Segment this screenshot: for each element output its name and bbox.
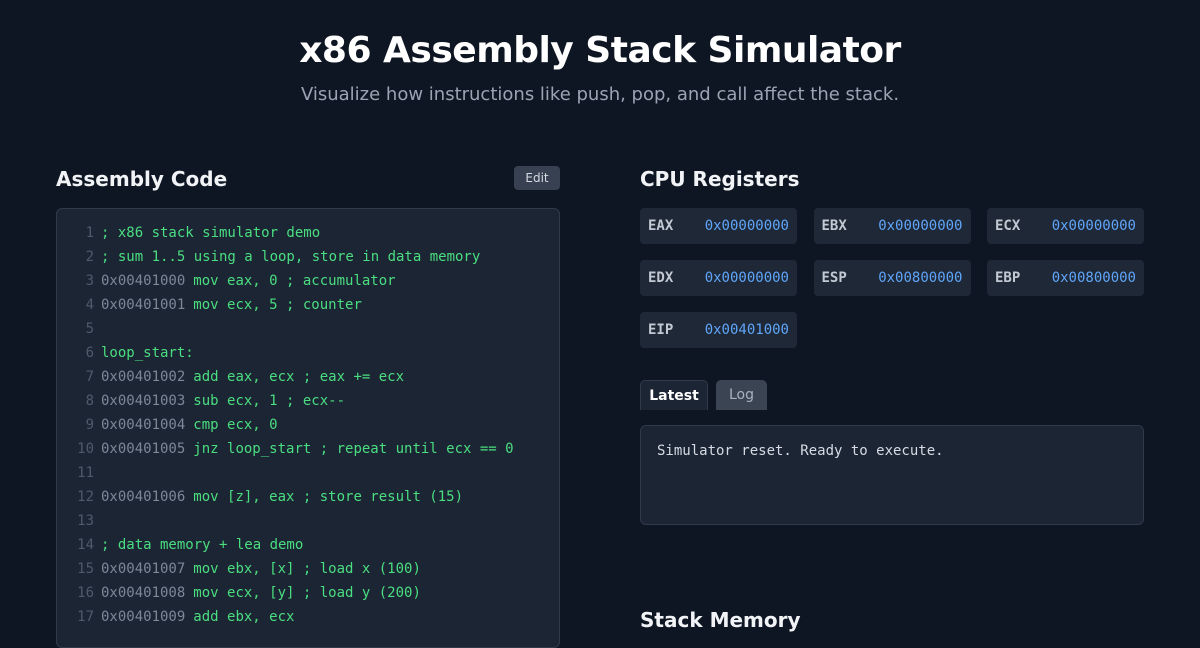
line-number: 11 bbox=[77, 465, 94, 481]
register-name: EBX bbox=[821, 218, 847, 234]
instruction-text: add eax, ecx ; eax += ecx bbox=[193, 369, 405, 385]
register-name: EAX bbox=[648, 218, 674, 234]
tab-log[interactable]: Log bbox=[716, 380, 767, 410]
register-value: 0x00800000 bbox=[1051, 270, 1136, 286]
register-edx: EDX 0x00000000 bbox=[640, 260, 797, 296]
instruction-text: loop_start: bbox=[101, 345, 194, 361]
code-line: 14 ; data memory + lea demo bbox=[57, 533, 559, 557]
code-line: 9 0x00401004 cmp ecx, 0 bbox=[57, 413, 559, 437]
register-value: 0x00401000 bbox=[704, 322, 789, 338]
register-eax: EAX 0x00000000 bbox=[640, 208, 797, 244]
code-line: 8 0x00401003 sub ecx, 1 ; ecx-- bbox=[57, 389, 559, 413]
page-title: x86 Assembly Stack Simulator bbox=[299, 30, 901, 71]
instruction-text: ; x86 stack simulator demo bbox=[101, 225, 321, 241]
code-line: 13 bbox=[57, 509, 559, 533]
stack-memory-title: Stack Memory bbox=[640, 608, 801, 632]
instruction-address: 0x00401008 bbox=[101, 585, 186, 601]
code-line: 15 0x00401007 mov ebx, [x] ; load x (100) bbox=[57, 557, 559, 581]
code-line: 16 0x00401008 mov ecx, [y] ; load y (200) bbox=[57, 581, 559, 605]
instruction-address: 0x00401003 bbox=[101, 393, 186, 409]
instruction-text: jnz loop_start ; repeat until ecx == 0 bbox=[193, 441, 514, 457]
line-number: 5 bbox=[85, 321, 94, 337]
register-esp: ESP 0x00800000 bbox=[813, 260, 971, 296]
instruction-text: ; data memory + lea demo bbox=[101, 537, 304, 553]
output-message: Simulator reset. Ready to execute. bbox=[657, 443, 944, 459]
code-line: 3 0x00401000 mov eax, 0 ; accumulator bbox=[57, 269, 559, 293]
line-number: 16 bbox=[77, 585, 94, 601]
code-line: 6 loop_start: bbox=[57, 341, 559, 365]
instruction-address: 0x00401001 bbox=[101, 297, 186, 313]
instruction-text: sub ecx, 1 ; ecx-- bbox=[193, 393, 346, 409]
line-number: 14 bbox=[77, 537, 94, 553]
code-line: 12 0x00401006 mov [z], eax ; store result … bbox=[57, 485, 559, 509]
instruction-address: 0x00401006 bbox=[101, 489, 186, 505]
code-editor[interactable]: 1 ; x86 stack simulator demo 2 ; sum 1..5 u… bbox=[56, 208, 560, 648]
tab-latest[interactable]: Latest bbox=[640, 380, 708, 410]
page-subtitle: Visualize how instructions like push, po… bbox=[300, 84, 900, 105]
line-number: 3 bbox=[85, 273, 94, 289]
code-line: 5 bbox=[57, 317, 559, 341]
line-number: 9 bbox=[85, 417, 94, 433]
code-line: 17 0x00401009 add ebx, ecx bbox=[57, 605, 559, 629]
register-value: 0x00000000 bbox=[704, 270, 789, 286]
edit-button[interactable]: Edit bbox=[514, 166, 560, 190]
instruction-text: mov [z], eax ; store result (15) bbox=[193, 489, 464, 505]
instruction-address: 0x00401002 bbox=[101, 369, 186, 385]
line-number: 15 bbox=[77, 561, 94, 577]
code-line: 2 ; sum 1..5 using a loop, store in data … bbox=[57, 245, 559, 269]
line-number: 7 bbox=[85, 369, 94, 385]
instruction-address: 0x00401000 bbox=[101, 273, 186, 289]
register-name: EDX bbox=[648, 270, 674, 286]
instruction-address: 0x00401009 bbox=[101, 609, 186, 625]
instruction-text: cmp ecx, 0 bbox=[193, 417, 278, 433]
register-name: ESP bbox=[821, 270, 847, 286]
instruction-text: mov eax, 0 ; accumulator bbox=[193, 273, 396, 289]
register-ecx: ECX 0x00000000 bbox=[987, 208, 1144, 244]
instruction-text: mov ecx, [y] ; load y (200) bbox=[193, 585, 421, 601]
instruction-text: mov ecx, 5 ; counter bbox=[193, 297, 362, 313]
instruction-text: mov ebx, [x] ; load x (100) bbox=[193, 561, 421, 577]
code-line: 1 ; x86 stack simulator demo bbox=[57, 221, 559, 245]
register-ebp: EBP 0x00800000 bbox=[987, 260, 1144, 296]
code-line: 10 0x00401005 jnz loop_start ; repeat unti… bbox=[57, 437, 559, 461]
instruction-address: 0x00401004 bbox=[101, 417, 186, 433]
line-number: 8 bbox=[85, 393, 94, 409]
register-name: EBP bbox=[995, 270, 1021, 286]
register-value: 0x00800000 bbox=[878, 270, 963, 286]
line-number: 10 bbox=[77, 441, 94, 457]
instruction-text: add ebx, ecx bbox=[193, 609, 295, 625]
line-number: 2 bbox=[85, 249, 94, 265]
register-value: 0x00000000 bbox=[1051, 218, 1136, 234]
register-value: 0x00000000 bbox=[878, 218, 963, 234]
register-ebx: EBX 0x00000000 bbox=[813, 208, 971, 244]
line-number: 17 bbox=[77, 609, 94, 625]
assembly-code-title: Assembly Code bbox=[56, 167, 228, 191]
output-panel: Simulator reset. Ready to execute. bbox=[640, 425, 1144, 525]
register-value: 0x00000000 bbox=[704, 218, 789, 234]
register-name: EIP bbox=[648, 322, 674, 338]
line-number: 12 bbox=[77, 489, 94, 505]
instruction-text: ; sum 1..5 using a loop, store in data m… bbox=[101, 249, 481, 265]
cpu-registers-title: CPU Registers bbox=[640, 167, 800, 191]
line-number: 13 bbox=[77, 513, 94, 529]
code-line: 11 bbox=[57, 461, 559, 485]
line-number: 4 bbox=[85, 297, 94, 313]
code-line: 7 0x00401002 add eax, ecx ; eax += ecx bbox=[57, 365, 559, 389]
line-number: 6 bbox=[85, 345, 94, 361]
register-name: ECX bbox=[995, 218, 1021, 234]
code-line: 4 0x00401001 mov ecx, 5 ; counter bbox=[57, 293, 559, 317]
instruction-address: 0x00401007 bbox=[101, 561, 186, 577]
instruction-address: 0x00401005 bbox=[101, 441, 186, 457]
register-eip: EIP 0x00401000 bbox=[640, 312, 797, 348]
line-number: 1 bbox=[85, 225, 94, 241]
